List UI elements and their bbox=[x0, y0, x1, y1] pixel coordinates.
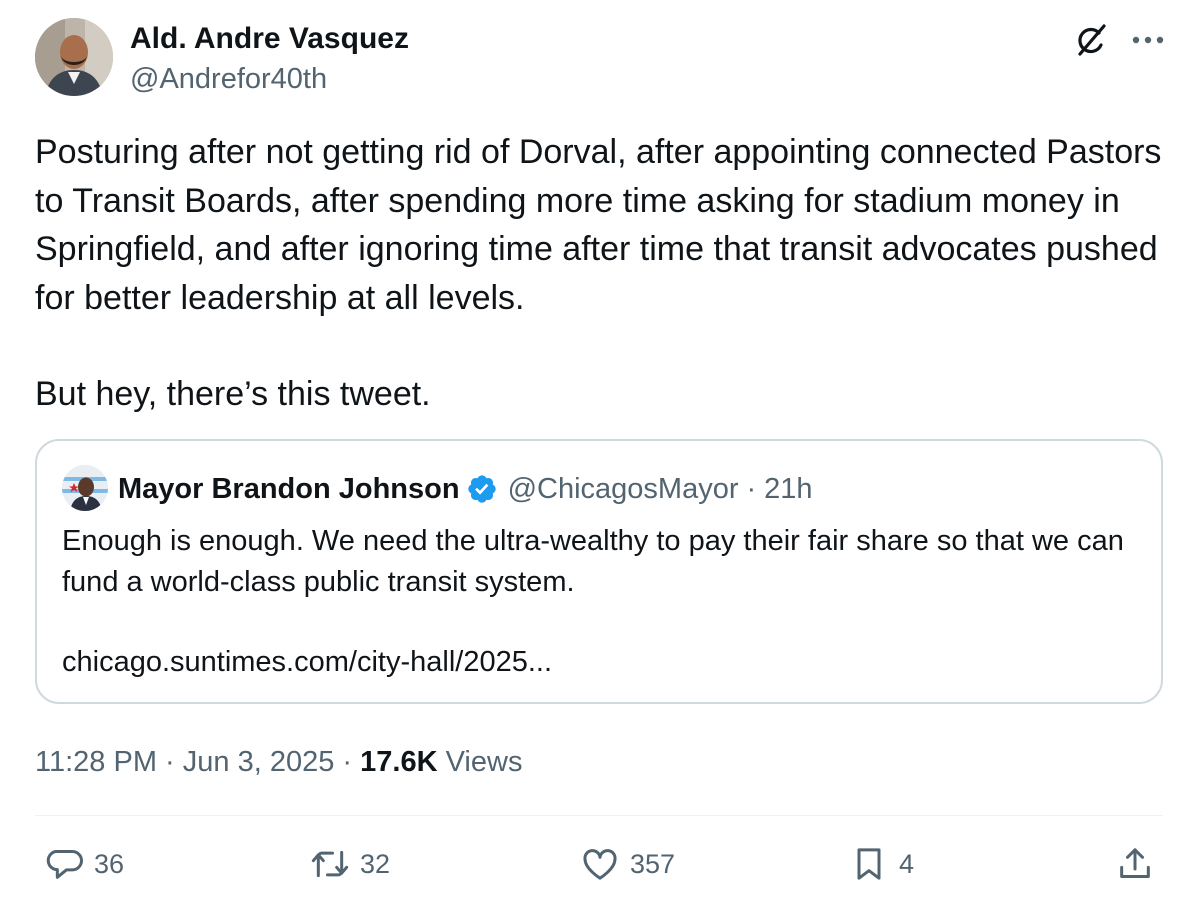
quoted-timestamp[interactable]: 21h bbox=[764, 470, 812, 508]
retweet-icon bbox=[311, 850, 349, 878]
tweet-paragraph: Posturing after not getting rid of Dorva… bbox=[35, 133, 1162, 317]
like-button[interactable]: 357 bbox=[580, 842, 675, 886]
grok-icon[interactable] bbox=[1074, 22, 1110, 58]
quoted-avatar[interactable] bbox=[62, 465, 108, 511]
quoted-author-name[interactable]: Mayor Brandon Johnson bbox=[118, 470, 460, 508]
share-button[interactable] bbox=[1115, 842, 1155, 886]
separator-dot: · bbox=[746, 473, 757, 505]
like-count: 357 bbox=[630, 848, 676, 879]
quoted-link[interactable]: chicago.suntimes.com/city-hall/2025... bbox=[62, 642, 1142, 683]
tweet-card: Ald. Andre Vasquez @Andrefor40th Posturi… bbox=[0, 0, 1196, 906]
views-count: 17.6K bbox=[360, 746, 438, 778]
verified-badge-icon bbox=[467, 475, 496, 503]
tweet-text: Posturing after not getting rid of Dorva… bbox=[35, 128, 1170, 419]
tweet-date[interactable]: Jun 3, 2025 bbox=[183, 746, 335, 778]
retweet-button[interactable]: 32 bbox=[310, 842, 390, 886]
tweet-paragraph: But hey, there’s this tweet. bbox=[35, 375, 431, 413]
quoted-text: Enough is enough. We need the ultra-weal… bbox=[62, 521, 1142, 683]
author-avatar[interactable] bbox=[35, 18, 113, 96]
bookmark-button[interactable]: 4 bbox=[849, 842, 914, 886]
author-handle[interactable]: @Andrefor40th bbox=[130, 60, 327, 98]
reply-button[interactable]: 36 bbox=[44, 842, 124, 886]
tweet-time[interactable]: 11:28 PM bbox=[35, 746, 157, 778]
tweet-meta: 11:28 PM · Jun 3, 2025 · 17.6K Views bbox=[35, 742, 522, 782]
reply-icon bbox=[46, 850, 83, 879]
retweet-count: 32 bbox=[360, 848, 391, 879]
bookmark-icon bbox=[857, 848, 881, 880]
share-icon bbox=[1120, 848, 1150, 878]
divider bbox=[35, 815, 1163, 816]
quoted-body: Enough is enough. We need the ultra-weal… bbox=[62, 525, 1124, 598]
like-icon bbox=[583, 849, 617, 880]
quoted-author-handle[interactable]: @ChicagosMayor bbox=[508, 470, 739, 508]
separator-dot: · bbox=[165, 746, 175, 778]
quoted-tweet[interactable]: Mayor Brandon Johnson @ChicagosMayor · 2… bbox=[35, 439, 1163, 704]
author-name[interactable]: Ald. Andre Vasquez bbox=[130, 20, 409, 58]
separator-dot: · bbox=[342, 746, 353, 778]
reply-count: 36 bbox=[94, 848, 125, 879]
views-label: Views bbox=[445, 746, 523, 778]
more-icon[interactable] bbox=[1128, 22, 1168, 58]
bookmark-count: 4 bbox=[899, 848, 915, 879]
quoted-header: Mayor Brandon Johnson @ChicagosMayor · 2… bbox=[118, 470, 813, 508]
